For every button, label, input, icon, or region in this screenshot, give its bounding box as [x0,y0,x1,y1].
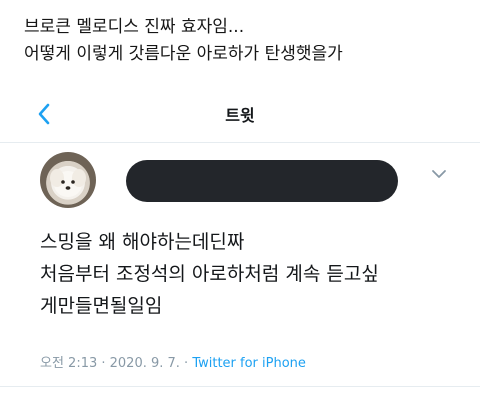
tweet-meta: 오전 2:13 · 2020. 9. 7. · Twitter for iPho… [40,352,306,371]
chevron-down-icon [432,170,446,178]
caption-line-2: 어떻게 이렇게 갓름다운 아로하가 탄생햇을가 [24,44,343,64]
tweet-screenshot: 트윗 스밍을 왜 해야하는데딘짜 처음부터 조정석의 아로하처럼 계속 듣고싶 … [0,86,480,414]
tweet-navbar: 트윗 [0,86,480,143]
caption-line-1: 브로큰 멜로디스 진짜 효자임... [24,17,245,37]
page-title: 트윗 [225,106,255,125]
tweet-line: 스밍을 왜 해야하는데딘짜 [40,231,245,253]
redacted-author-name [126,160,398,202]
tweet-line: 처음부터 조정석의 아로하처럼 계속 듣고싶 [40,263,379,285]
tweet-header [40,152,460,212]
tweet-line: 게만들면될일임 [40,295,163,317]
tweet-source-link[interactable]: Twitter for iPhone [192,356,306,371]
avatar[interactable] [40,152,96,208]
tweet-timestamp: 오전 2:13 · 2020. 9. 7. · [40,356,193,371]
tweet-body: 스밍을 왜 해야하는데딘짜 처음부터 조정석의 아로하처럼 계속 듣고싶 게만들… [40,226,460,322]
more-options-button[interactable] [428,166,450,182]
dog-avatar-image [50,169,86,197]
post-caption: 브로큰 멜로디스 진짜 효자임... 어떻게 이렇게 갓름다운 아로하가 탄생햇… [24,14,343,68]
divider [0,386,480,387]
